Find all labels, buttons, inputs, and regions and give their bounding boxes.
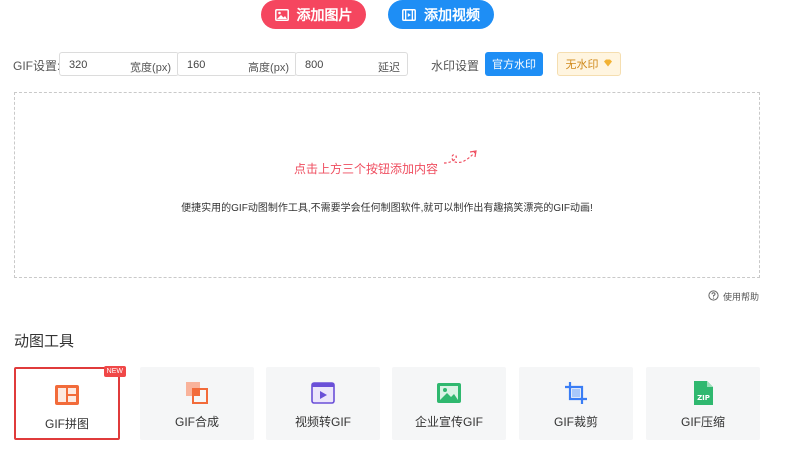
tool-label: GIF合成 [175,415,219,429]
zip-icon: ZIP [690,380,716,406]
height-field[interactable]: 160 高度(px) [177,52,297,76]
tool-gif-crop[interactable]: GIF裁剪 [519,367,633,440]
help-link[interactable]: 使用帮助 [708,290,759,303]
add-image-button[interactable]: 添加图片 [261,0,366,29]
add-image-label: 添加图片 [296,6,353,23]
merge-icon [184,380,210,406]
dropzone-hint: 点击上方三个按钮添加内容 [294,162,439,176]
tool-label: 企业宣传GIF [415,415,483,429]
image-icon [436,380,462,406]
question-circle-icon [708,290,719,303]
tool-label: GIF拼图 [45,417,89,431]
gif-settings-label: GIF设置: [13,59,61,73]
official-watermark-label: 官方水印 [492,59,536,71]
height-value: 160 [187,59,206,71]
diamond-icon [603,58,613,70]
tool-gif-compress[interactable]: ZIP GIF压缩 [646,367,760,440]
no-watermark-label: 无水印 [565,59,599,71]
gif-settings-row: GIF设置: 320 宽度(px) 160 高度(px) 800 延迟 水印设置… [13,52,800,76]
tool-label: GIF压缩 [681,415,725,429]
collage-icon [54,382,80,408]
dropzone-description: 便捷实用的GIF动图制作工具,不需要学会任何制图软件,就可以制作出有趣搞笑漂亮的… [181,203,593,214]
content-dropzone[interactable]: 点击上方三个按钮添加内容 便捷实用的GIF动图制作工具,不需要学会任何制图软件,… [14,92,760,278]
help-label: 使用帮助 [722,292,759,302]
add-video-button[interactable]: 添加视频 [388,0,494,29]
video-to-gif-icon [310,380,336,406]
curved-arrow-icon [442,149,480,176]
tool-video-to-gif[interactable]: 视频转GIF [266,367,380,440]
crop-icon [563,380,589,406]
image-icon [274,8,289,21]
official-watermark-button[interactable]: 官方水印 [485,52,543,76]
add-video-label: 添加视频 [424,6,480,23]
tool-gif-collage[interactable]: GIF拼图 NEW [14,366,126,440]
delay-field[interactable]: 800 延迟 [295,52,408,76]
delay-value: 800 [305,59,324,71]
watermark-label: 水印设置 [431,59,480,73]
width-value: 320 [69,59,88,71]
tool-gif-merge[interactable]: GIF合成 [140,367,254,440]
film-icon [402,8,416,21]
new-badge: NEW [103,366,126,377]
no-watermark-button[interactable]: 无水印 [557,52,621,76]
tool-promo-gif[interactable]: 企业宣传GIF [392,367,506,440]
height-unit: 高度(px) [248,62,289,74]
tool-label: 视频转GIF [295,415,351,429]
svg-text:ZIP: ZIP [697,394,710,402]
tool-label: GIF裁剪 [554,415,598,429]
tools-section-title: 动图工具 [14,333,75,350]
delay-unit: 延迟 [378,62,400,74]
width-unit: 宽度(px) [130,62,171,74]
width-field[interactable]: 320 宽度(px) [59,52,179,76]
